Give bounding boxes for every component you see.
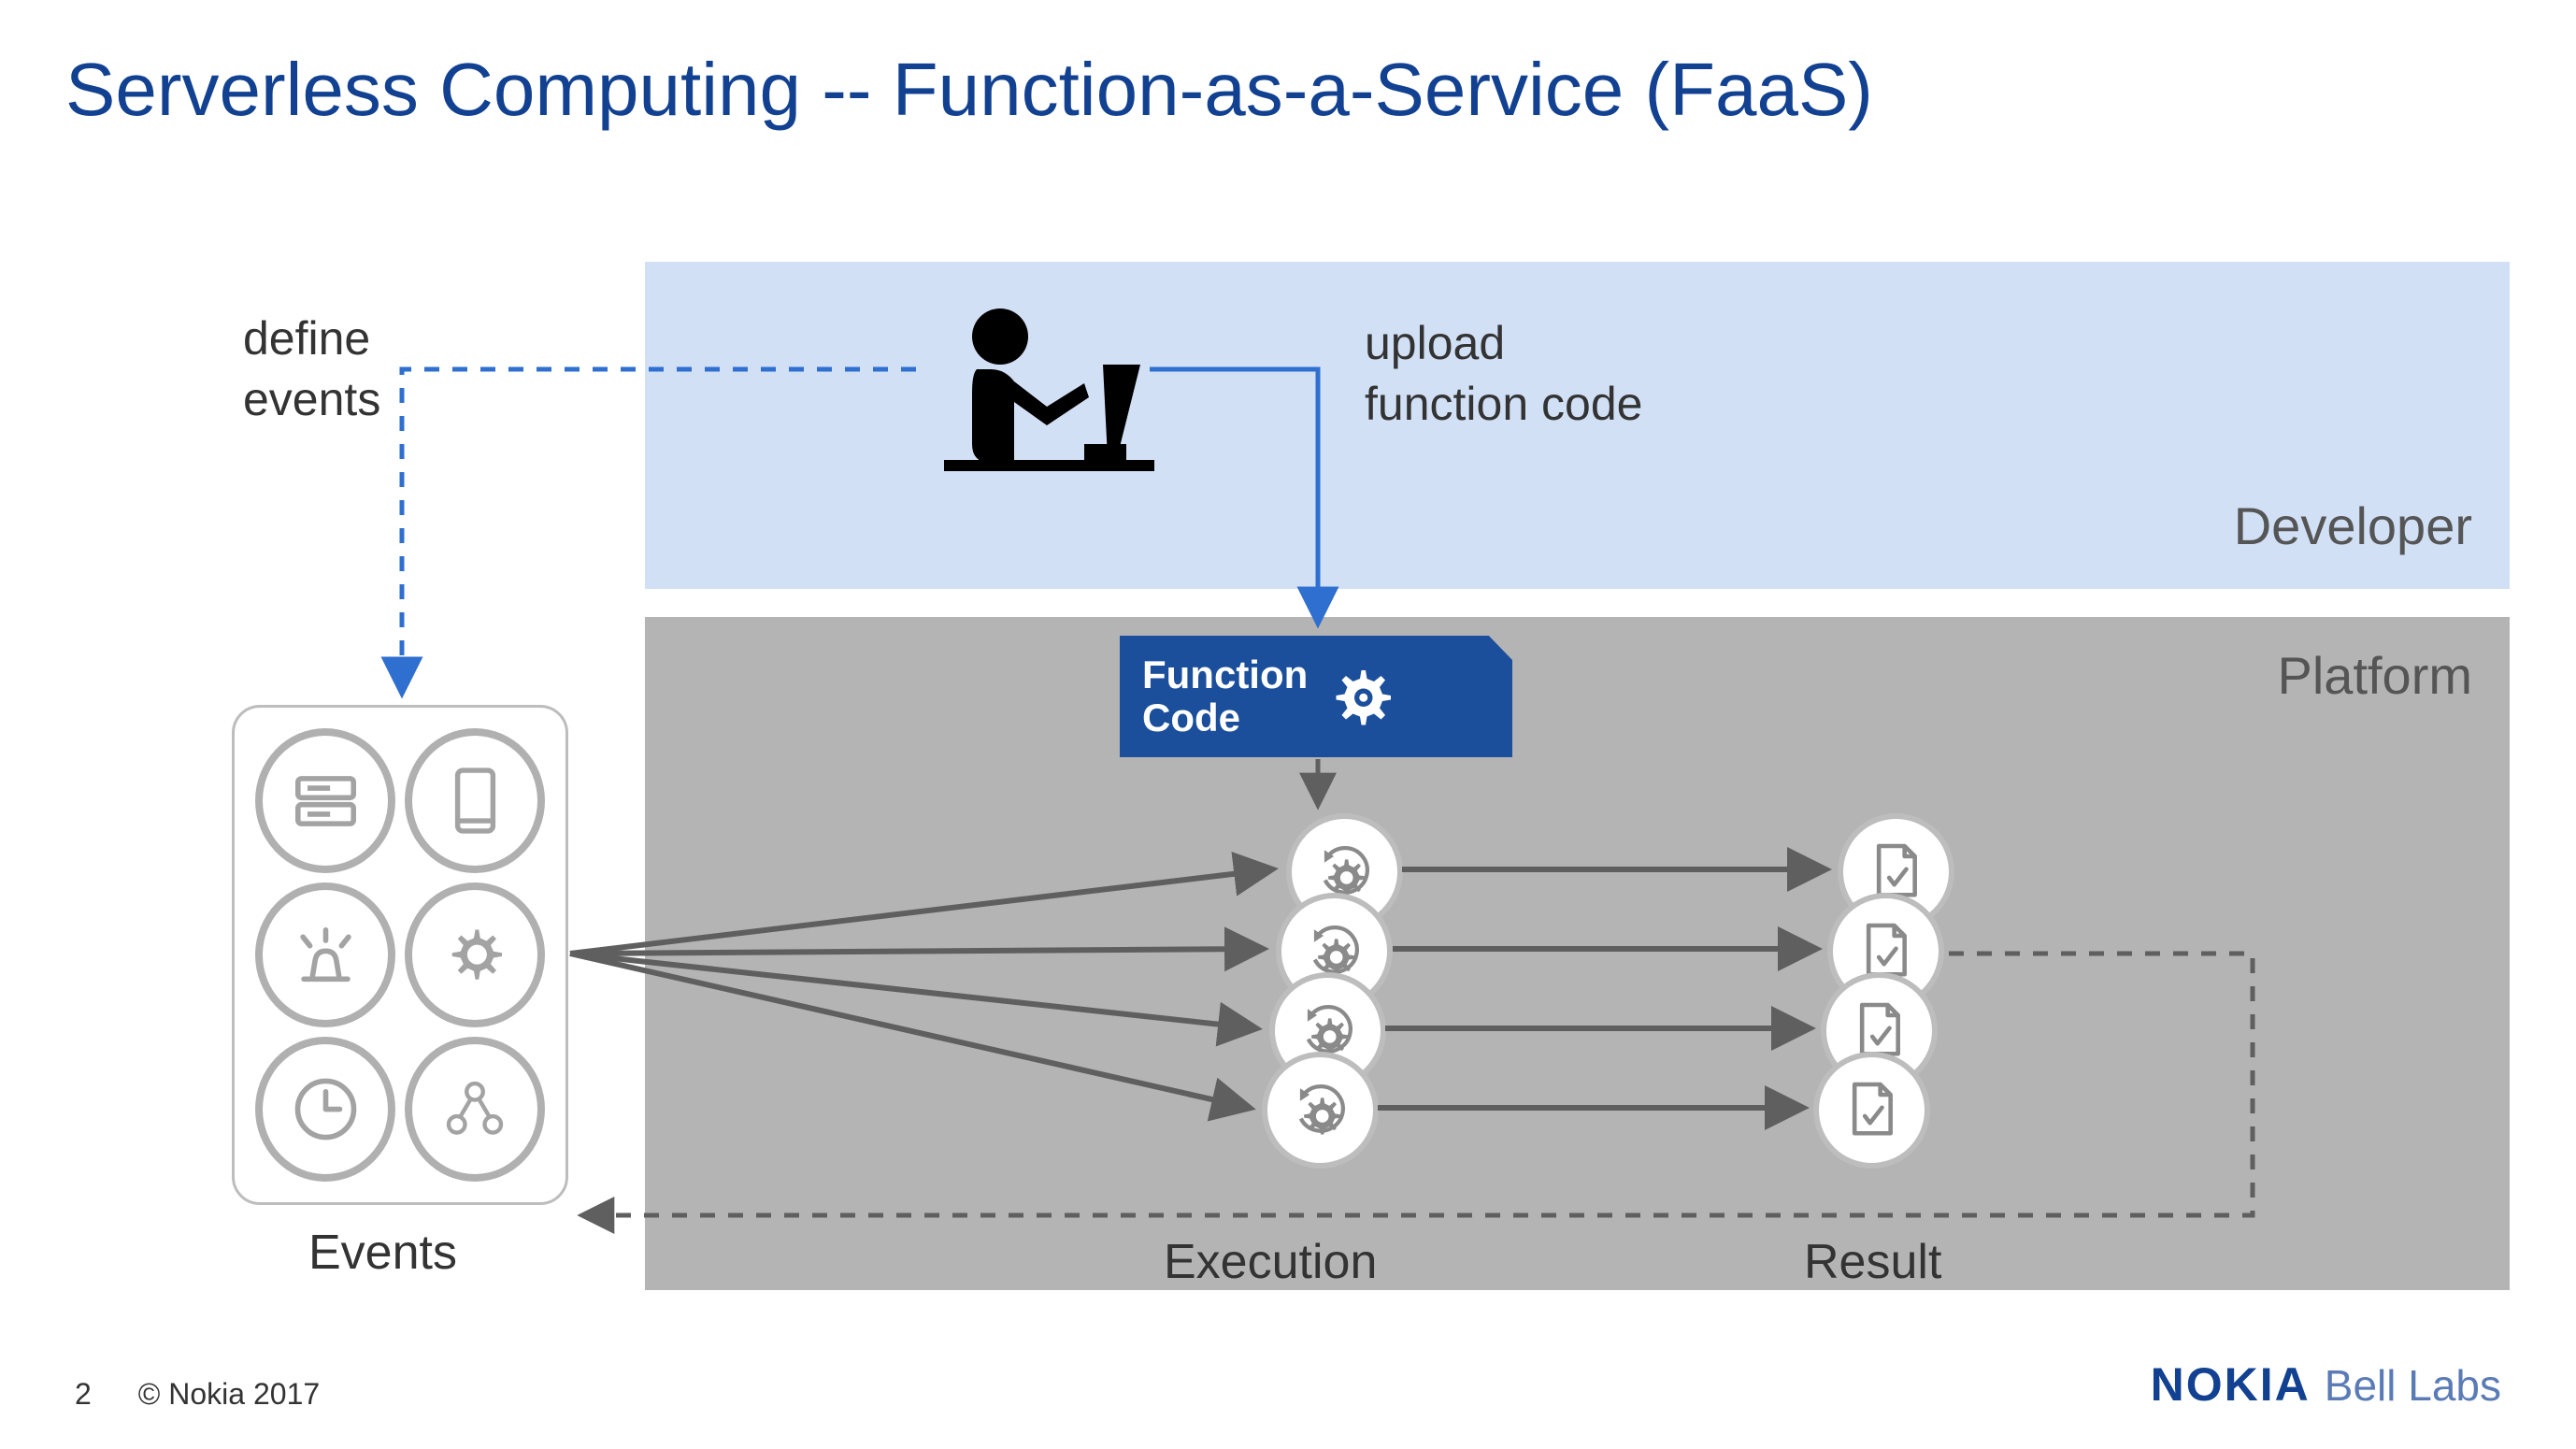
clock-icon bbox=[255, 1037, 395, 1182]
server-icon bbox=[255, 728, 395, 873]
platform-label: Platform bbox=[2278, 645, 2473, 706]
platform-region: Platform bbox=[645, 617, 2510, 1290]
copyright: © Nokia 2017 bbox=[138, 1377, 320, 1412]
footer: 2 © Nokia 2017 bbox=[75, 1377, 320, 1412]
fc-line1: Function bbox=[1142, 653, 1308, 696]
function-code-box: Function Code bbox=[1120, 636, 1512, 757]
nokia-text: NOKIA bbox=[2151, 1357, 2311, 1412]
phone-icon bbox=[405, 728, 545, 873]
events-panel bbox=[232, 705, 568, 1205]
result-caption: Result bbox=[1804, 1234, 1941, 1290]
developer-label: Developer bbox=[2234, 495, 2472, 556]
define-text: define bbox=[243, 308, 380, 369]
graph-icon bbox=[405, 1037, 545, 1182]
gear-icon bbox=[405, 882, 545, 1027]
nokia-bell-labs-logo: NOKIA Bell Labs bbox=[2151, 1357, 2501, 1412]
function-code-text: function code bbox=[1365, 374, 1642, 435]
bell-labs-text: Bell Labs bbox=[2325, 1360, 2501, 1411]
events-caption: Events bbox=[308, 1225, 457, 1281]
exec-node-4 bbox=[1262, 1052, 1379, 1169]
upload-text: upload bbox=[1365, 313, 1642, 374]
gear-icon bbox=[1326, 662, 1396, 732]
fc-line2: Code bbox=[1142, 696, 1308, 739]
alarm-icon bbox=[255, 882, 395, 1027]
events-text: events bbox=[243, 369, 380, 430]
page-title: Serverless Computing -- Function-as-a-Se… bbox=[65, 47, 1873, 133]
page-number: 2 bbox=[75, 1377, 92, 1412]
define-events-label: define events bbox=[243, 308, 380, 430]
execution-caption: Execution bbox=[1164, 1234, 1377, 1290]
upload-label: upload function code bbox=[1365, 313, 1642, 435]
result-node-4 bbox=[1813, 1052, 1930, 1169]
